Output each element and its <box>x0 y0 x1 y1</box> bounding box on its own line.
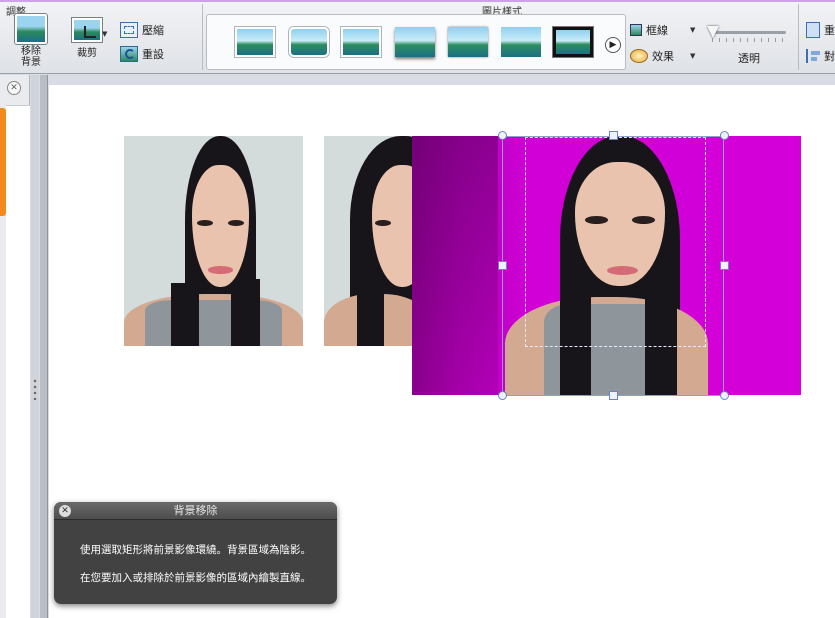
close-icon[interactable]: ✕ <box>59 505 71 517</box>
resize-handle-bottom-right[interactable] <box>720 391 729 400</box>
picture-style-thumb[interactable] <box>448 27 488 57</box>
crop-label: 裁剪 <box>77 48 97 59</box>
slide-thumbnail-area <box>6 105 30 618</box>
reset-icon <box>120 46 138 62</box>
compress-icon <box>120 22 138 38</box>
background-removal-dialog: 背景移除 ✕ 使用選取矩形將前景影像環繞。背景區域為陰影。 在您要加入或排除於前… <box>54 502 337 604</box>
thumbnail-pane: ✕ <box>0 75 30 618</box>
resize-handle-bottom-left[interactable] <box>498 391 507 400</box>
shirt <box>145 299 282 346</box>
effects-label: 效果 <box>652 50 674 63</box>
border-dropdown-icon[interactable]: ▼ <box>690 26 695 34</box>
transparency-slider-ticks <box>712 38 784 42</box>
align-button[interactable]: 對 <box>806 48 835 64</box>
picture-style-thumb[interactable] <box>235 27 275 57</box>
transparency-slider-track[interactable] <box>710 31 786 34</box>
remove-background-label: 移除 背景 <box>21 46 41 68</box>
dialog-instruction-2: 在您要加入或排除於前景影像的區域內繪製直線。 <box>80 572 311 584</box>
picture-style-thumb[interactable] <box>501 27 541 57</box>
reorder-label: 重 <box>824 24 835 37</box>
ribbon-accent-line <box>0 0 835 2</box>
picture-style-thumb[interactable] <box>289 27 329 57</box>
crop-dropdown-icon[interactable]: ▼ <box>102 30 107 38</box>
effects-icon <box>630 49 648 63</box>
dialog-instruction-1: 使用選取矩形將前景影像環繞。背景區域為陰影。 <box>80 544 311 556</box>
remove-background-icon <box>15 14 47 44</box>
reorder-icon <box>806 22 820 38</box>
hair-left-strand <box>170 283 200 346</box>
border-label: 框線 <box>646 24 668 37</box>
resize-handle-right[interactable] <box>720 261 729 270</box>
align-label: 對 <box>824 50 835 63</box>
crop-icon <box>72 18 102 42</box>
compress-button[interactable]: 壓縮 <box>120 22 164 38</box>
picture-style-thumb[interactable] <box>341 27 381 57</box>
remove-background-button[interactable]: 移除 背景 <box>12 14 50 68</box>
align-icon <box>806 49 820 63</box>
effects-button[interactable]: 效果 <box>630 48 674 64</box>
effects-dropdown-icon[interactable]: ▼ <box>690 52 695 60</box>
reorder-button[interactable]: 重 <box>806 22 835 38</box>
gallery-more-icon[interactable]: ▶ <box>605 37 621 53</box>
lips <box>208 266 234 274</box>
reset-button[interactable]: 重設 <box>120 46 164 62</box>
group-separator <box>202 4 203 70</box>
hair-right-strand <box>231 278 261 346</box>
splitter-grip-icon[interactable] <box>33 378 37 400</box>
picture-style-thumb[interactable] <box>395 27 435 57</box>
transparency-slider-handle[interactable] <box>707 26 719 38</box>
picture-style-thumb[interactable] <box>553 27 593 57</box>
foreground-marquee[interactable] <box>525 137 706 347</box>
border-button[interactable]: 框線 <box>630 22 668 38</box>
pane-splitter[interactable] <box>31 75 39 618</box>
selected-slide-indicator[interactable] <box>0 108 6 216</box>
close-icon[interactable]: ✕ <box>7 81 21 95</box>
reset-label: 重設 <box>142 48 164 61</box>
compress-label: 壓縮 <box>142 24 164 37</box>
portrait-photo-original[interactable] <box>124 136 303 346</box>
group-separator <box>798 4 799 70</box>
resize-handle-top-left[interactable] <box>498 131 507 140</box>
resize-handle-bottom[interactable] <box>609 391 618 400</box>
canvas-edge <box>40 75 48 618</box>
ribbon: 調整 圖片樣式 移除 背景 裁剪 ▼ 壓縮 重設 ▶ 框線 ▼ 效果 ▼ 透明 … <box>0 0 835 74</box>
resize-handle-top[interactable] <box>609 131 618 140</box>
hair-left-strand <box>357 274 384 346</box>
resize-handle-left[interactable] <box>498 261 507 270</box>
picture-styles-gallery: ▶ <box>206 14 626 70</box>
dialog-title: 背景移除 <box>54 502 337 520</box>
portrait-photo-copy[interactable] <box>324 136 412 346</box>
border-icon <box>630 24 642 36</box>
crop-button[interactable]: 裁剪 <box>64 18 110 59</box>
background-shade <box>412 136 498 395</box>
resize-handle-top-right[interactable] <box>720 131 729 140</box>
transparency-label: 透明 <box>738 52 760 65</box>
